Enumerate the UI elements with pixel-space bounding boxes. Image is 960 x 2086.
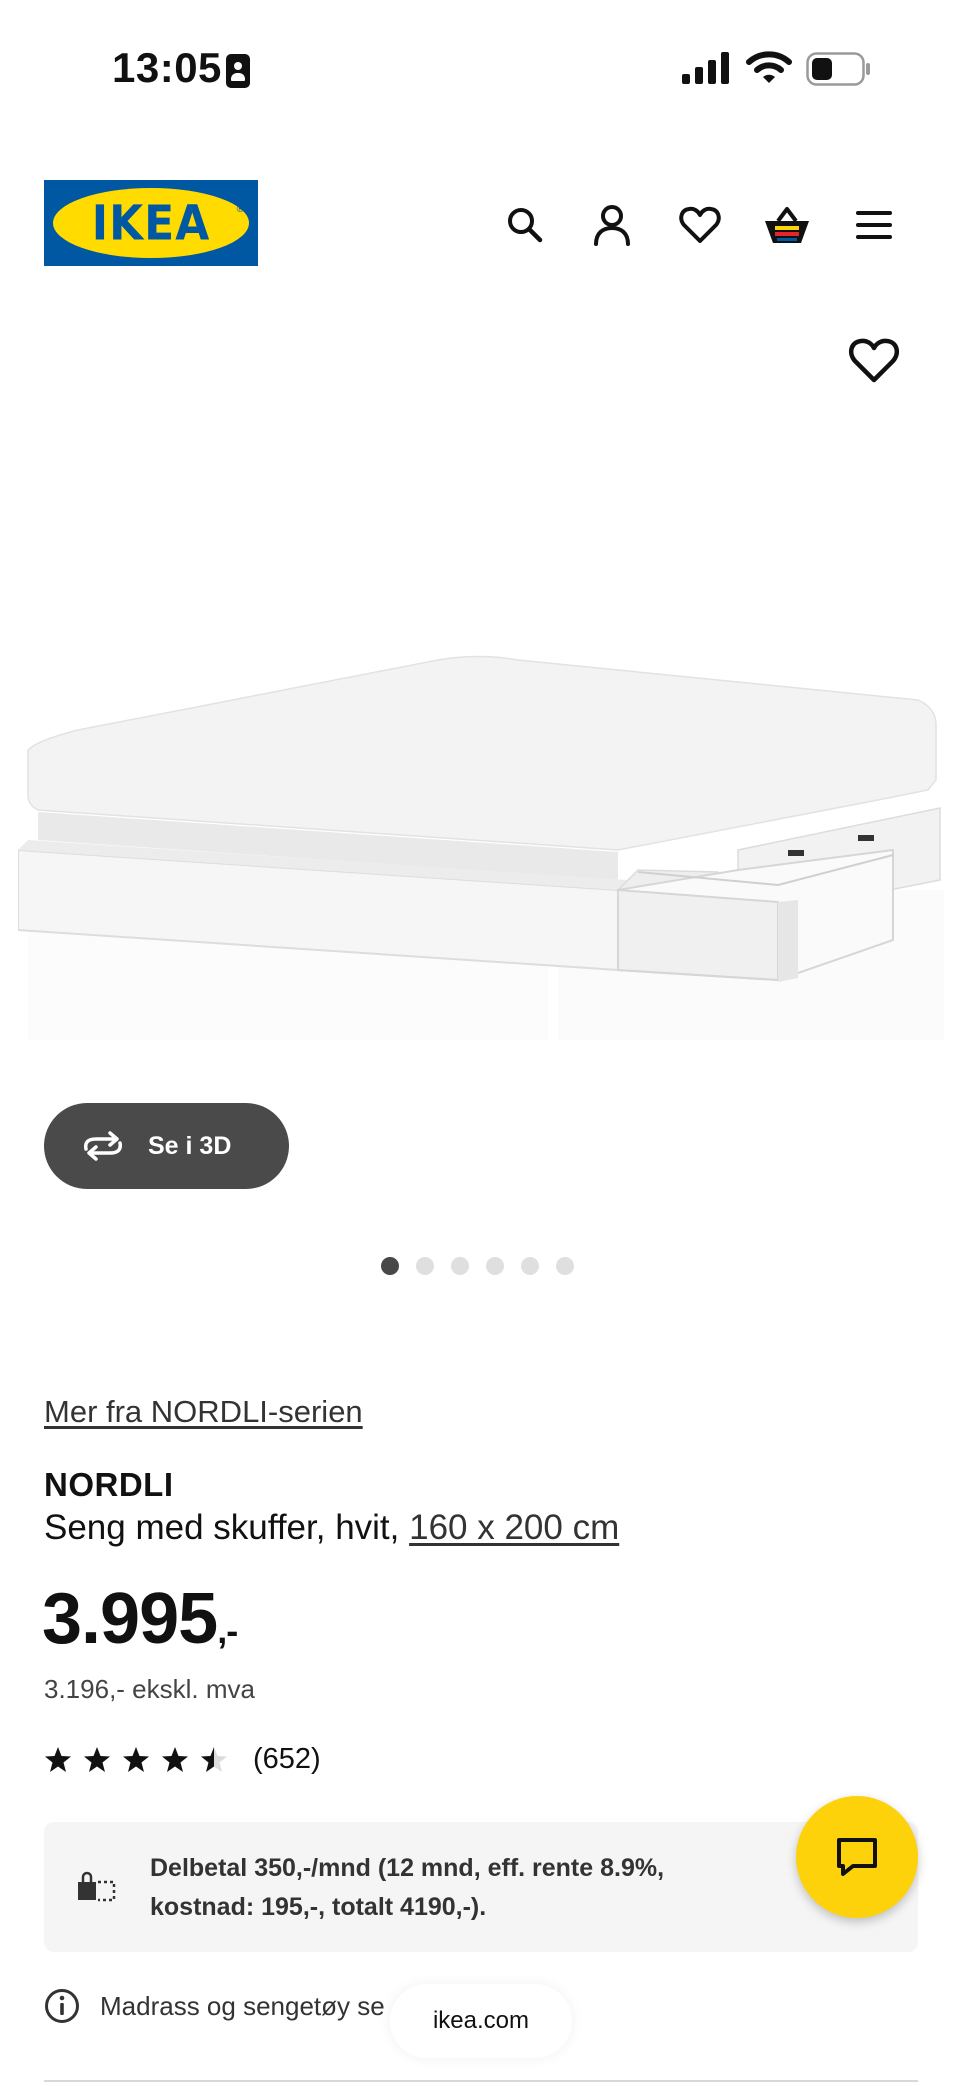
menu-button[interactable]	[849, 200, 899, 250]
battery-icon	[806, 52, 870, 86]
search-icon	[508, 208, 543, 243]
star-icon	[84, 1746, 110, 1772]
pagination-dot[interactable]	[416, 1257, 434, 1275]
mattress-info-text: Madrass og sengetøy se	[100, 1990, 385, 2021]
star-icon	[162, 1746, 188, 1772]
series-link[interactable]: Mer fra NORDLI-serien	[44, 1394, 363, 1430]
basket-icon	[765, 207, 809, 243]
status-time: 13:05	[112, 44, 222, 91]
rotate-3d-icon	[83, 1131, 123, 1161]
heart-icon	[679, 206, 721, 243]
product-description-text: Seng med skuffer, hvit,	[44, 1508, 410, 1547]
add-to-favorites-heart-icon[interactable]	[848, 336, 900, 384]
product-gallery[interactable]: Se i 3D	[0, 300, 960, 1275]
product-price: 3.995,-	[42, 1578, 238, 1660]
size-link[interactable]: 160 x 200 cm	[409, 1508, 619, 1547]
logo-oval: IKEA	[53, 188, 249, 258]
gallery-pagination	[381, 1257, 574, 1275]
pagination-dot[interactable]	[486, 1257, 504, 1275]
divider	[44, 2080, 918, 2082]
view-in-3d-label: Se i 3D	[148, 1131, 232, 1160]
browser-url-bar[interactable]: ikea.com	[390, 1984, 572, 2058]
star-icon	[45, 1746, 71, 1772]
product-rating[interactable]: (652)	[44, 1743, 321, 1776]
status-bar: 13:05	[0, 0, 960, 140]
price-excluding-vat: 3.196,- ekskl. mva	[44, 1674, 255, 1704]
cellular-signal-icon	[682, 52, 729, 84]
pagination-dot[interactable]	[451, 1257, 469, 1275]
pagination-dot[interactable]	[521, 1257, 539, 1275]
view-in-3d-button[interactable]: Se i 3D	[44, 1103, 289, 1189]
pagination-dot[interactable]	[381, 1257, 399, 1275]
favorites-button[interactable]	[675, 200, 725, 250]
installment-info-box[interactable]: Delbetal 350,-/mnd (12 mnd, eff. rente 8…	[44, 1822, 918, 1952]
wifi-icon	[746, 51, 792, 83]
basket-button[interactable]	[762, 200, 812, 250]
pagination-dot[interactable]	[556, 1257, 574, 1275]
installment-payment-icon	[78, 1871, 116, 1902]
menu-icon	[856, 211, 892, 239]
mattress-info-row[interactable]: Madrass og sengetøy se	[44, 1988, 385, 2024]
logo-registered-mark: ®	[236, 204, 244, 215]
account-button[interactable]	[587, 200, 637, 250]
rating-count: (652)	[253, 1743, 321, 1775]
site-header: IKEA ®	[0, 170, 960, 280]
product-description: Seng med skuffer, hvit, 160 x 200 cm	[44, 1508, 619, 1548]
logo-text: IKEA	[91, 194, 211, 252]
half-star-icon	[201, 1746, 227, 1772]
contact-card-icon	[226, 54, 250, 88]
price-suffix: ,-	[217, 1610, 238, 1651]
info-icon	[45, 1989, 79, 2023]
ikea-logo[interactable]: IKEA ®	[44, 180, 258, 266]
price-value: 3.995	[42, 1579, 218, 1659]
product-image-bed[interactable]	[18, 550, 944, 1050]
installment-text: Delbetal 350,-/mnd (12 mnd, eff. rente 8…	[150, 1854, 665, 1921]
chat-icon	[837, 1838, 877, 1876]
search-button[interactable]	[500, 200, 550, 250]
chat-button[interactable]	[796, 1796, 918, 1918]
star-icon	[123, 1746, 149, 1772]
product-name: NORDLI	[44, 1466, 174, 1503]
account-icon	[594, 205, 630, 246]
